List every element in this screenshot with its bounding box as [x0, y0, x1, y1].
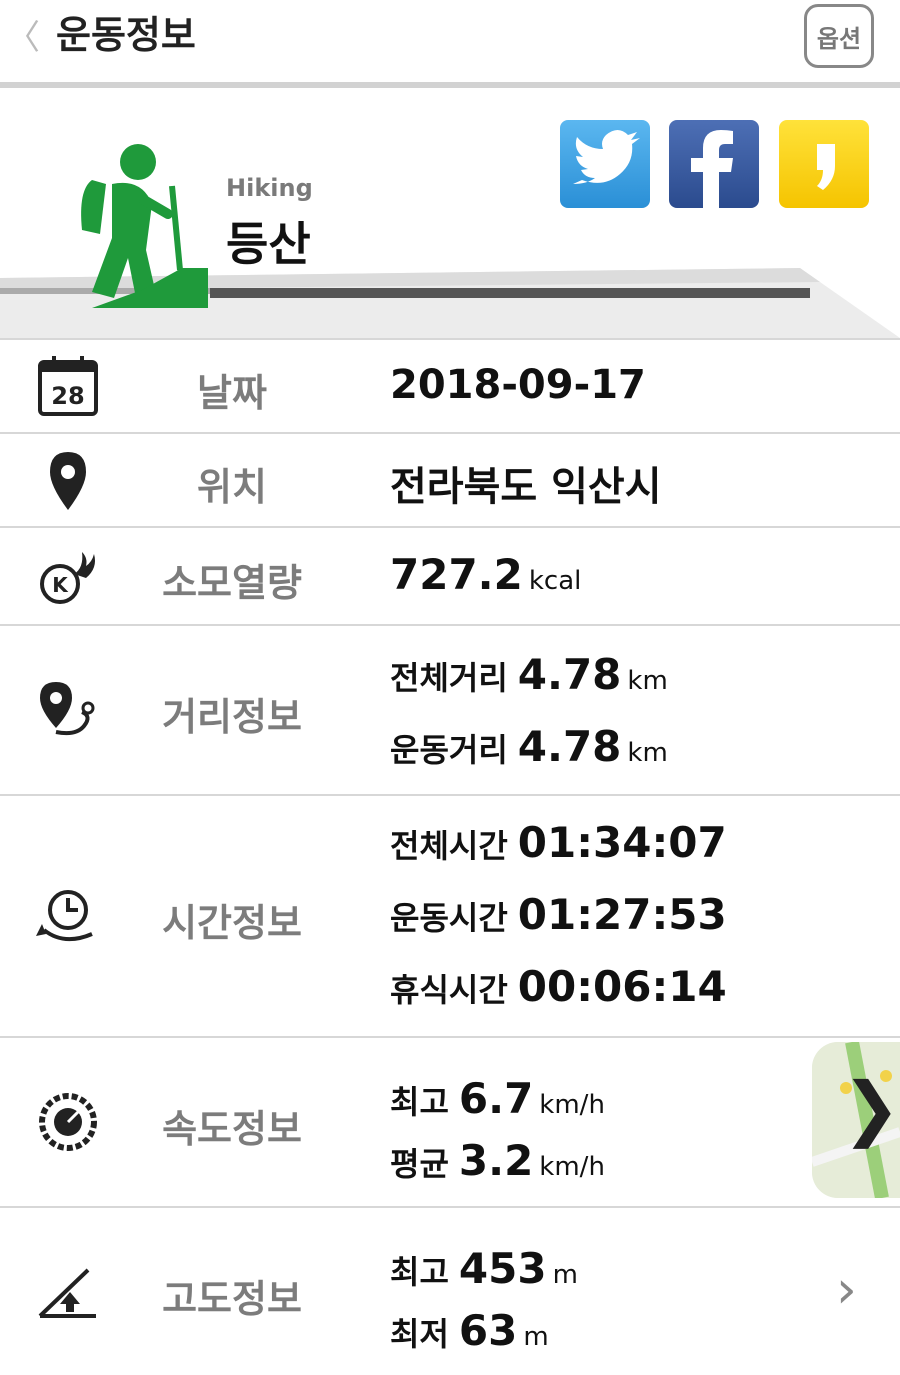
activity-banner: Hiking 등산 — [0, 88, 900, 338]
total-time-line: 전체시간 01:34:07 — [390, 818, 727, 867]
speedometer-icon — [39, 1093, 97, 1151]
exercise-distance-unit: km — [627, 738, 668, 768]
facebook-icon — [691, 130, 733, 208]
activity-name-ko: 등산 — [226, 217, 311, 271]
exercise-distance-line: 운동거리 4.78 km — [390, 722, 668, 771]
hiking-icon — [81, 144, 208, 308]
speed-label: 속도정보 — [162, 1107, 302, 1151]
min-altitude-line: 최저 63 m — [390, 1306, 549, 1355]
back-button[interactable]: 〈 — [6, 18, 40, 58]
avg-speed-line: 평균 3.2 km/h — [390, 1136, 605, 1185]
twitter-share-button[interactable] — [560, 120, 650, 208]
total-time-value: 01:34:07 — [517, 818, 727, 867]
calendar-icon: 28 — [38, 356, 98, 416]
chevron-right-icon[interactable]: › — [836, 1260, 876, 1320]
clock-icon — [36, 890, 93, 942]
calorie-burn-icon: K — [40, 552, 95, 604]
svg-text:K: K — [52, 573, 69, 597]
rest-time-value: 00:06:14 — [517, 962, 727, 1011]
avg-speed-unit: km/h — [539, 1152, 605, 1182]
options-button[interactable]: 옵션 — [804, 4, 874, 68]
total-distance-value: 4.78 — [517, 650, 622, 699]
top-bar: 〈 운동정보 옵션 — [0, 0, 900, 82]
time-label: 시간정보 — [162, 901, 302, 945]
max-altitude-key: 최고 — [390, 1253, 449, 1291]
date-label: 날짜 — [197, 371, 267, 415]
calories-value: 727.2 — [390, 550, 523, 599]
date-value: 2018-09-17 — [390, 362, 646, 408]
distance-label: 거리정보 — [162, 695, 302, 739]
total-distance-key: 전체거리 — [390, 659, 508, 697]
exercise-time-value: 01:27:53 — [517, 890, 727, 939]
map-preview-button[interactable]: ❯ — [812, 1042, 900, 1198]
calories-row: K 소모열량 727.2 kcal — [0, 526, 900, 624]
rest-time-key: 휴식시간 — [390, 971, 508, 1009]
date-row: 28 날짜 2018-09-17 — [0, 338, 900, 432]
altitude-label: 고도정보 — [162, 1277, 302, 1321]
page-title: 운동정보 — [56, 13, 196, 57]
max-speed-value: 6.7 — [458, 1074, 534, 1123]
max-speed-line: 최고 6.7 km/h — [390, 1074, 605, 1123]
kakao-icon — [817, 144, 835, 190]
min-altitude-key: 최저 — [390, 1315, 449, 1353]
kakao-share-button[interactable] — [779, 120, 869, 208]
time-row: 시간정보 전체시간 01:34:07 운동시간 01:27:53 휴식시간 00:06… — [0, 794, 900, 1036]
exercise-time-key: 운동시간 — [390, 899, 508, 937]
calories-unit: kcal — [528, 566, 582, 596]
route-icon — [40, 682, 95, 736]
map-thumbnail-image: ❯ — [812, 1042, 900, 1198]
rest-time-line: 휴식시간 00:06:14 — [390, 962, 727, 1011]
location-label: 위치 — [197, 465, 267, 509]
max-altitude-value: 453 — [458, 1244, 547, 1293]
max-altitude-unit: m — [552, 1260, 578, 1290]
total-distance-line: 전체거리 4.78 km — [390, 650, 668, 699]
total-time-key: 전체시간 — [390, 827, 508, 865]
location-value: 전라북도 익산시 — [390, 464, 662, 510]
altitude-icon — [38, 1268, 96, 1318]
map-arrow-icon: ❯ — [842, 1067, 900, 1149]
speed-row[interactable]: 속도정보 최고 6.7 km/h 평균 3.2 km/h — [0, 1036, 900, 1206]
exercise-time-line: 운동시간 01:27:53 — [390, 890, 727, 939]
distance-row: 거리정보 전체거리 4.78 km 운동거리 4.78 km — [0, 624, 900, 794]
avg-speed-value: 3.2 — [458, 1136, 534, 1185]
location-pin-icon — [50, 452, 86, 510]
min-altitude-unit: m — [523, 1322, 549, 1352]
exercise-distance-key: 운동거리 — [390, 731, 508, 769]
calendar-day-text: 28 — [51, 382, 84, 410]
location-row: 위치 전라북도 익산시 — [0, 432, 900, 526]
max-speed-key: 최고 — [390, 1083, 449, 1121]
exercise-distance-value: 4.78 — [517, 722, 622, 771]
altitude-row[interactable]: 고도정보 최고 453 m 최저 63 m › — [0, 1206, 900, 1375]
avg-speed-key: 평균 — [390, 1145, 449, 1183]
activity-name-en: Hiking — [226, 174, 313, 202]
min-altitude-value: 63 — [458, 1306, 518, 1355]
twitter-icon — [573, 130, 640, 184]
max-altitude-line: 최고 453 m — [390, 1244, 578, 1293]
total-distance-unit: km — [627, 666, 668, 696]
facebook-share-button[interactable] — [669, 120, 759, 208]
calories-value-line: 727.2 kcal — [390, 550, 581, 599]
max-speed-unit: km/h — [539, 1090, 605, 1120]
calories-label: 소모열량 — [162, 561, 302, 605]
